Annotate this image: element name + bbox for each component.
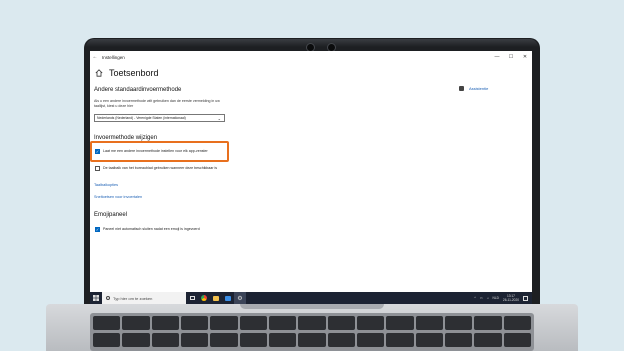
windows-logo-icon	[93, 295, 99, 301]
start-button[interactable]	[90, 295, 102, 301]
taskbar-app-store[interactable]	[222, 292, 234, 304]
taskbar-app-chrome[interactable]	[198, 292, 210, 304]
chevron-up-icon[interactable]: ^	[474, 296, 476, 300]
back-button[interactable]: ←	[90, 54, 100, 60]
minimize-button[interactable]: —	[490, 51, 504, 63]
section-title-emoji: Emojipaneel	[94, 212, 128, 218]
page-title: Toetsenbord	[109, 68, 159, 78]
default-input-description: Als u een andere invoermethode wilt gebr…	[94, 99, 220, 108]
help-link[interactable]: Assistentie	[459, 86, 488, 91]
chevron-down-icon: ⌄	[217, 116, 221, 121]
section-title-default-input: Andere standaardinvoermethode	[94, 87, 182, 93]
tray-language[interactable]: NLD	[493, 296, 499, 300]
chrome-icon	[201, 295, 207, 301]
checkbox-emoji-panel[interactable]: ✓	[95, 227, 100, 232]
taskbar-search-box[interactable]: Typ hier om te zoeken	[102, 292, 186, 304]
default-input-dropdown[interactable]: Nederlands (Nederland) - Verenigde State…	[94, 114, 225, 122]
dropdown-value: Nederlands (Nederland) - Verenigde State…	[97, 116, 186, 120]
taskbar-app-explorer[interactable]	[210, 292, 222, 304]
laptop-keyboard	[90, 313, 534, 351]
folder-icon	[213, 295, 219, 301]
input-hotkeys-link[interactable]: Sneltoetsen voor invoertalen	[94, 195, 142, 199]
store-icon	[225, 295, 231, 301]
volume-icon[interactable]: ◃	[487, 296, 489, 300]
checkbox-per-app-input[interactable]: ✓	[95, 149, 100, 154]
maximize-button[interactable]: ☐	[504, 51, 518, 63]
checkbox-row-emoji-panel[interactable]: ✓ Paneel niet automatisch sluiten nadat …	[95, 227, 243, 232]
taskbar-date: 26-11-2020	[502, 298, 519, 302]
checkbox-row-language-bar[interactable]: De taalbalk van het bureaublad gebruiken…	[95, 166, 238, 171]
search-icon	[106, 296, 110, 300]
checkbox-emoji-panel-label: Paneel niet automatisch sluiten nadat ee…	[103, 227, 200, 231]
taskbar: Typ hier om te zoeken ⚙ ^ ▭ ◃ NLD 13:17 …	[90, 292, 532, 304]
checkbox-row-per-app-input[interactable]: ✓ Laat me een andere invoermethode inste…	[95, 149, 243, 154]
laptop-hinge	[240, 304, 384, 309]
gear-icon: ⚙	[237, 295, 243, 302]
help-icon	[459, 86, 464, 91]
window-controls: — ☐ ✕	[490, 51, 532, 63]
taskbar-clock[interactable]: 13:17 26-11-2020	[503, 294, 519, 302]
checkbox-language-bar[interactable]	[95, 166, 100, 171]
checkbox-language-bar-label: De taalbalk van het bureaublad gebruiken…	[103, 166, 218, 170]
laptop-screen: ← Instellingen — ☐ ✕ Toetsenbord Assiste…	[90, 51, 532, 304]
system-tray: ^ ▭ ◃ NLD 13:17 26-11-2020	[474, 292, 528, 304]
window-titlebar: ← Instellingen — ☐ ✕	[90, 51, 532, 63]
notification-icon[interactable]	[523, 295, 528, 301]
taskbar-app-settings[interactable]: ⚙	[234, 292, 246, 304]
taskbar-search-placeholder: Typ hier om te zoeken	[113, 295, 153, 301]
task-view-icon	[189, 296, 195, 300]
window-title: Instellingen	[102, 54, 125, 60]
home-icon[interactable]	[95, 69, 103, 77]
task-view-button[interactable]	[186, 292, 198, 304]
checkbox-per-app-input-label: Laat me een andere invoermethode instell…	[103, 149, 208, 153]
page-header: Toetsenbord	[95, 68, 159, 78]
close-button[interactable]: ✕	[518, 51, 532, 63]
network-icon[interactable]: ▭	[480, 296, 483, 300]
language-bar-options-link[interactable]: Taalbalkopties	[94, 183, 118, 187]
help-label: Assistentie	[469, 86, 489, 91]
